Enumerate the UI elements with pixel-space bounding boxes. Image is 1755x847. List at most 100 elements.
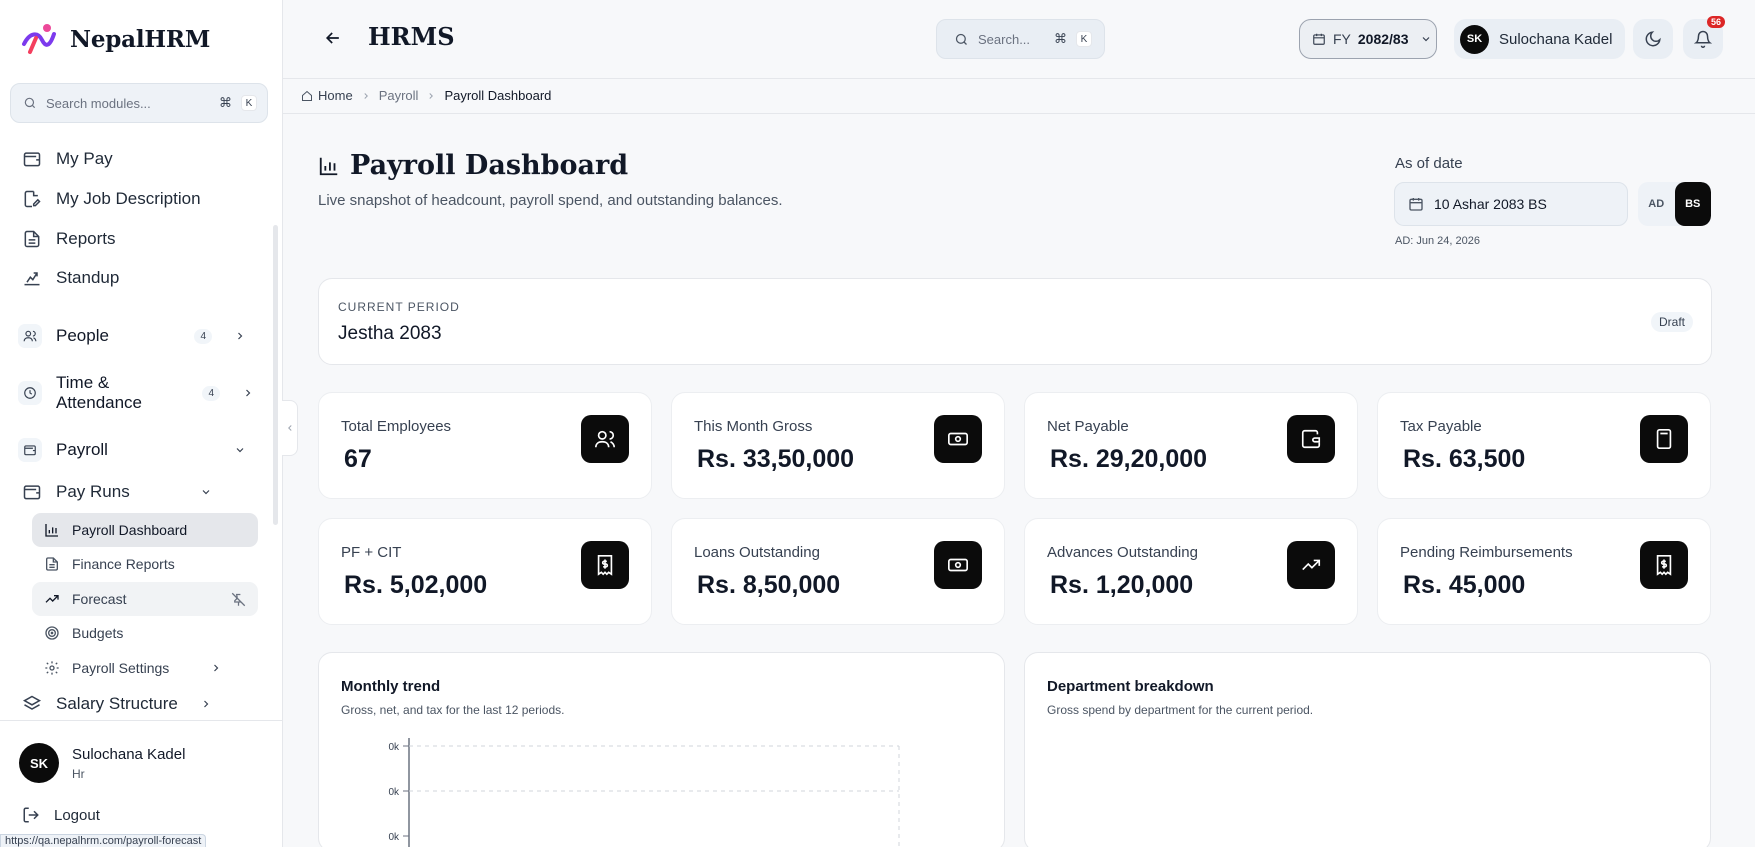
- breadcrumb-home-label: Home: [318, 88, 353, 103]
- panel-title: Department breakdown: [1047, 678, 1214, 695]
- as-of-label: As of date: [1395, 155, 1463, 172]
- receipt-icon: [1640, 541, 1688, 589]
- subitem-label: Finance Reports: [72, 556, 175, 572]
- gear-icon: [44, 660, 60, 676]
- sidebar-subitem-finance-reports[interactable]: Finance Reports: [32, 547, 258, 581]
- breadcrumb-payroll[interactable]: Payroll: [379, 88, 419, 103]
- sidebar-footer: SK Sulochana Kadel Hr Logout: [0, 720, 282, 847]
- calendar-toggle[interactable]: AD BS: [1638, 182, 1711, 226]
- sidebar-group-time-attendance[interactable]: Time & Attendance 4: [18, 373, 254, 412]
- sidebar-item-reports[interactable]: Reports: [22, 229, 116, 249]
- y-tick-label: 0k: [388, 742, 400, 753]
- kbd-cmd: ⌘: [219, 95, 232, 110]
- theme-toggle-button[interactable]: [1633, 19, 1673, 59]
- sidebar-item-label: My Job Description: [56, 189, 201, 208]
- app-title: HRMS: [368, 22, 455, 51]
- divider: [283, 113, 1755, 114]
- kbd-k: K: [1076, 31, 1092, 47]
- layers-icon: [22, 694, 42, 714]
- kbd-k: K: [241, 95, 257, 111]
- bar-chart-icon: [44, 522, 60, 538]
- user-menu[interactable]: SK Sulochana Kadel: [1454, 19, 1625, 59]
- banknote-icon: [934, 541, 982, 589]
- current-user[interactable]: SK Sulochana Kadel Hr: [19, 743, 185, 783]
- page-heading: Payroll Dashboard: [318, 150, 628, 181]
- breadcrumb-home[interactable]: Home: [301, 88, 353, 103]
- notifications-button[interactable]: 56: [1683, 16, 1725, 59]
- sidebar-item-my-job-description[interactable]: My Job Description: [22, 189, 201, 209]
- sidebar-subitem-payroll-settings[interactable]: Payroll Settings: [32, 651, 222, 685]
- sidebar-subitem-forecast[interactable]: Forecast: [32, 582, 258, 616]
- global-search-input[interactable]: Search... ⌘ K: [936, 19, 1105, 59]
- topbar: HRMS Search... ⌘ K FY 2082/83 SK Sulocha…: [283, 0, 1755, 79]
- pin-off-icon[interactable]: [231, 592, 246, 607]
- sidebar-group-payroll[interactable]: Payroll: [18, 434, 254, 466]
- sidebar-item-pay-runs[interactable]: Pay Runs: [22, 482, 212, 502]
- status-url: https://qa.nepalhrm.com/payroll-forecast: [0, 834, 207, 847]
- stat-title: Total Employees: [341, 418, 452, 435]
- sidebar-item-label: My Pay: [56, 149, 113, 168]
- wallet-icon: [18, 438, 42, 462]
- stat-value: Rs. 8,50,000: [697, 571, 841, 599]
- monthly-trend-panel: Monthly trend Gross, net, and tax for th…: [318, 652, 1005, 847]
- sidebar-item-label: Reports: [56, 229, 116, 248]
- period-value: Jestha 2083: [338, 323, 442, 344]
- file-edit-icon: [22, 189, 42, 209]
- brand-name: NepalHRM: [70, 25, 211, 53]
- module-search-input[interactable]: Search modules... ⌘ K: [10, 83, 268, 123]
- sidebar-group-people[interactable]: People 4: [18, 320, 254, 352]
- panel-subtitle: Gross spend by department for the curren…: [1047, 703, 1314, 717]
- stat-value: Rs. 33,50,000: [697, 445, 855, 473]
- sidebar-item-my-pay[interactable]: My Pay: [22, 149, 113, 169]
- stat-title: Advances Outstanding: [1047, 544, 1198, 561]
- stat-value: Rs. 5,02,000: [344, 571, 488, 599]
- period-label: CURRENT PERIOD: [338, 300, 460, 314]
- moon-icon: [1644, 30, 1662, 48]
- logout-button[interactable]: Logout: [22, 806, 100, 824]
- breadcrumb-current: Payroll Dashboard: [444, 88, 552, 103]
- sidebar-subitem-budgets[interactable]: Budgets: [32, 616, 258, 650]
- count-badge: 4: [194, 328, 212, 344]
- stat-card-loans-outstanding: Loans Outstanding Rs. 8,50,000: [671, 518, 1005, 625]
- chevron-down-icon: [1420, 33, 1432, 45]
- back-button[interactable]: [323, 28, 343, 48]
- stat-card-total-employees: Total Employees 67: [318, 392, 652, 499]
- sidebar: NepalHRM Search modules... ⌘ K My Pay My…: [0, 0, 283, 847]
- chevron-right-icon: [210, 662, 222, 674]
- toggle-ad[interactable]: AD: [1638, 182, 1675, 226]
- user-name: Sulochana Kadel: [1499, 30, 1613, 48]
- trend-chart: 0k 0k 0k: [388, 738, 900, 847]
- sidebar-scrollbar[interactable]: [273, 225, 278, 525]
- breadcrumb: Home Payroll Payroll Dashboard: [301, 88, 551, 103]
- sidebar-collapse-toggle[interactable]: [282, 400, 298, 456]
- status-badge: Draft: [1650, 312, 1693, 332]
- chevron-right-icon: [242, 387, 254, 399]
- chevron-left-icon: [285, 423, 295, 433]
- receipt-icon: [581, 541, 629, 589]
- brand[interactable]: NepalHRM: [20, 22, 210, 56]
- logout-label: Logout: [54, 806, 100, 824]
- file-text-icon: [22, 229, 42, 249]
- fiscal-year-select[interactable]: FY 2082/83: [1299, 19, 1437, 59]
- clock-icon: [18, 381, 42, 405]
- stat-title: PF + CIT: [341, 544, 402, 561]
- standup-icon: [22, 268, 42, 288]
- sidebar-item-salary-structure[interactable]: Salary Structure: [22, 694, 212, 714]
- arrow-left-icon: [323, 28, 343, 48]
- stat-value: 67: [344, 445, 372, 473]
- logo-icon: [20, 22, 58, 56]
- page-title: Payroll Dashboard: [350, 150, 629, 181]
- as-of-date-input[interactable]: 10 Ashar 2083 BS: [1394, 182, 1628, 226]
- sidebar-group-label: Time & Attendance: [56, 373, 143, 412]
- stat-title: Pending Reimbursements: [1400, 544, 1573, 561]
- calculator-icon: [1640, 415, 1688, 463]
- stat-value: Rs. 29,20,000: [1050, 445, 1208, 473]
- sidebar-item-standup[interactable]: Standup: [22, 268, 119, 288]
- target-icon: [44, 625, 60, 641]
- toggle-bs[interactable]: BS: [1674, 182, 1711, 226]
- wallet-icon: [1287, 415, 1335, 463]
- sidebar-subitem-payroll-dashboard[interactable]: Payroll Dashboard: [32, 513, 258, 547]
- subitem-label: Forecast: [72, 591, 127, 607]
- panel-title: Monthly trend: [341, 678, 441, 695]
- sidebar-item-label: Pay Runs: [56, 482, 130, 501]
